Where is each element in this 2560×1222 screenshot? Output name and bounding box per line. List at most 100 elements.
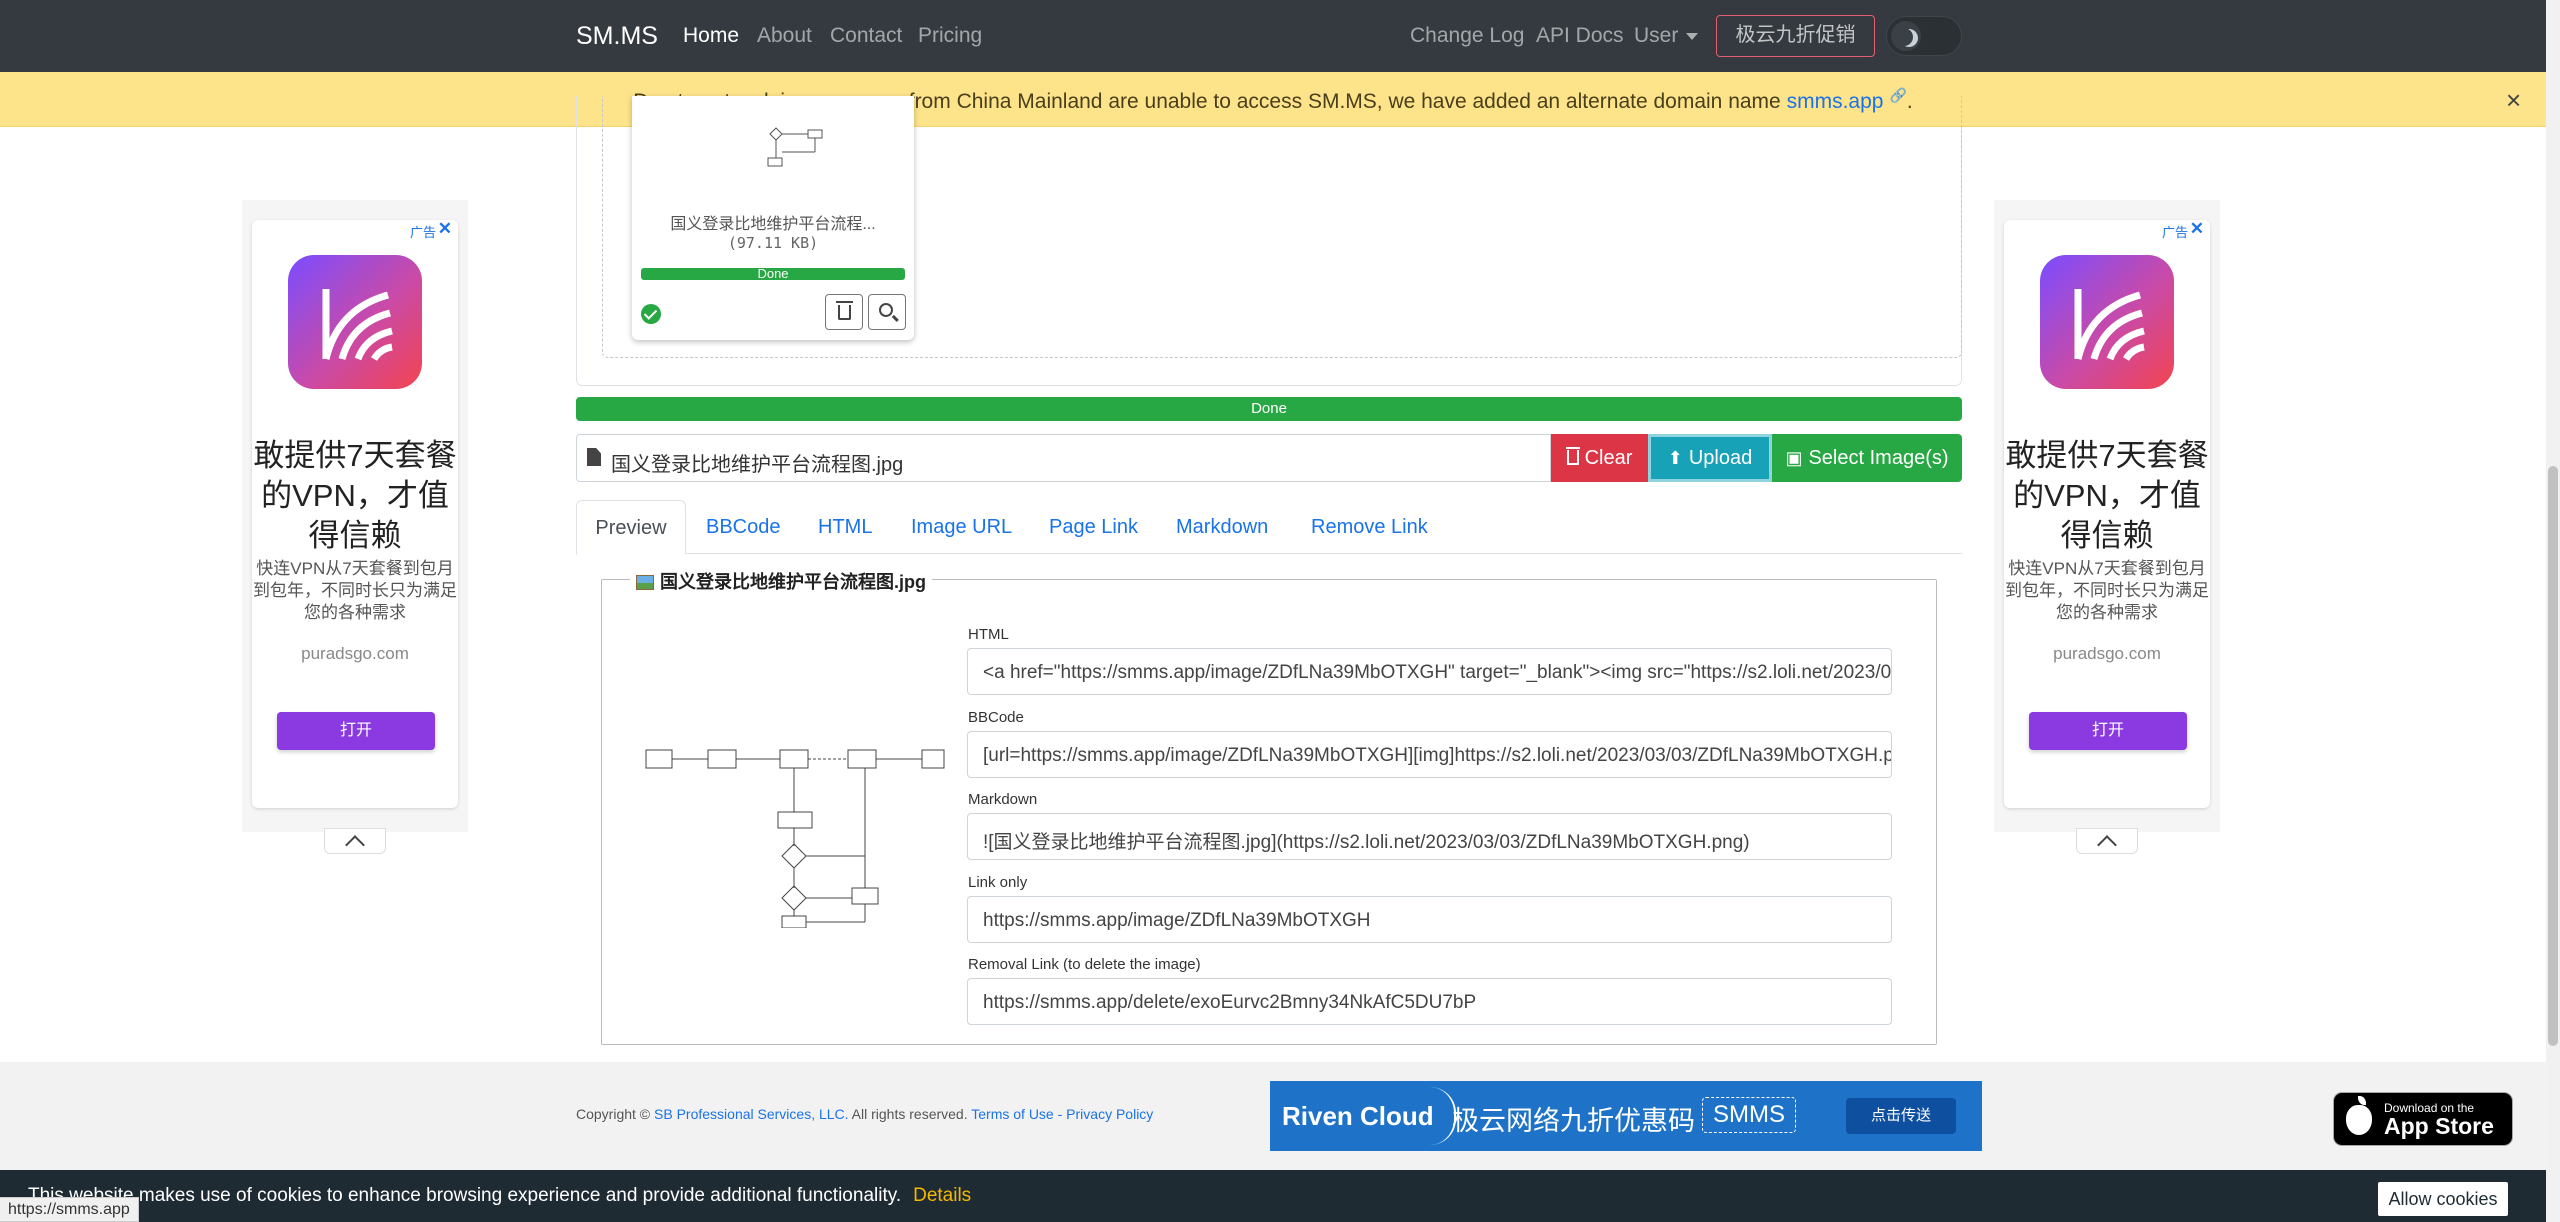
clear-button[interactable]: Clear [1551,434,1648,482]
clear-label: Clear [1584,447,1633,469]
ad-collapse-button[interactable] [324,828,386,855]
ad-card[interactable]: 广告 ✕ 敢提供7天套餐的VPN，才值得信赖 快连VPN从7天套餐到包月到包年，… [252,219,458,808]
ad-close-icon[interactable]: ✕ [438,219,452,239]
removal-link-field[interactable]: https://smms.app/delete/exoEurvc2Bmny34N… [967,978,1892,1025]
ad-label: 广告 [409,225,436,240]
company-link[interactable]: SB Professional Services, LLC. [654,1106,849,1122]
thumbnail-preview [767,127,823,167]
ad-collapse-button[interactable] [2076,828,2138,855]
tab-remove-link[interactable]: Remove Link [1311,500,1428,554]
left-ad: 广告 ✕ 敢提供7天套餐的VPN，才值得信赖 快连VPN从7天套餐到包月到包年，… [242,200,468,855]
select-images-button[interactable]: ▣ Select Image(s) [1772,434,1962,482]
flowchart-preview-image [645,749,945,928]
thumbnail-filename: 国义登录比地维护平台流程... [670,216,876,233]
top-navbar: SM.MS Home About Contact Pricing Change … [0,0,2546,72]
ad-card[interactable]: 广告 ✕ 敢提供7天套餐的VPN，才值得信赖 快连VPN从7天套餐到包月到包年，… [2004,219,2210,808]
file-name-field[interactable]: 国义登录比地维护平台流程图.jpg [576,434,1551,482]
upload-progress-bar: Done [576,397,1962,421]
chevron-up-icon [2097,835,2117,855]
ad-headline: 敢提供7天套餐的VPN，才值得信赖 [2005,438,2209,553]
cookie-banner: This website makes use of cookies to enh… [0,1170,2546,1222]
nav-api-docs[interactable]: API Docs [1536,24,1624,48]
html-field-label: HTML [968,626,1009,643]
tab-markdown[interactable]: Markdown [1176,500,1268,554]
moon-icon [1900,29,1918,47]
toggle-knob [1891,21,1921,51]
nav-home[interactable]: Home [683,24,739,48]
upload-label: Upload [1688,447,1753,469]
vpn-logo-icon [322,289,393,361]
file-icon [587,448,601,466]
riven-go-button[interactable]: 点击传送 [1846,1098,1956,1134]
ad-open-button[interactable]: 打开 [2029,712,2187,750]
brand-logo[interactable]: SM.MS [576,22,658,51]
delete-image-button[interactable] [825,294,863,330]
ad-open-button[interactable]: 打开 [277,712,435,750]
ad-description: 快连VPN从7天套餐到包月到包年，不同时长只为满足您的各种需求 [253,559,457,622]
trash-icon [1565,447,1580,465]
ad-description: 快连VPN从7天套餐到包月到包年，不同时长只为满足您的各种需求 [2005,559,2209,622]
caret-down-icon [1686,32,1699,40]
bbcode-value: [url=https://smms.app/image/ZDfLNa39MbOT… [983,745,1892,766]
riven-cloud-banner[interactable]: Riven Cloud 极云网络九折优惠码 SMMS 点击传送 [1270,1081,1982,1151]
thumbnail-filesize: (97.11 KB) [727,234,819,252]
link-only-field-label: Link only [968,874,1028,891]
tab-html[interactable]: HTML [818,500,872,554]
page-scrollbar[interactable] [2546,0,2560,1222]
trash-icon [836,301,853,320]
rights-text: All rights reserved. [851,1106,968,1122]
html-code-value: <a href="https://smms.app/image/ZDfLNa39… [983,662,1892,683]
link-only-value: https://smms.app/image/ZDfLNa39MbOTXGH [983,910,1371,931]
tab-bbcode[interactable]: BBCode [706,500,781,554]
markdown-value: ![国义登录比地维护平台流程图.jpg](https://s2.loli.net… [983,832,1750,853]
thumbnail-progress-bar: Done [641,267,905,280]
nav-about[interactable]: About [757,24,812,48]
html-code-field[interactable]: <a href="https://smms.app/image/ZDfLNa39… [967,648,1892,695]
removal-link-value: https://smms.app/delete/exoEurvc2Bmny34N… [983,992,1477,1013]
uploaded-thumbnail-card: 国义登录比地维护平台流程... (97.11 KB) Done [632,96,914,340]
nav-change-log[interactable]: Change Log [1410,24,1524,48]
bbcode-field[interactable]: [url=https://smms.app/image/ZDfLNa39MbOT… [967,731,1892,778]
ad-domain: puradsgo.com [2053,644,2161,663]
theme-toggle[interactable] [1886,16,1962,56]
terms-link[interactable]: Terms of Use [971,1106,1053,1122]
page-footer: Copyright © SB Professional Services, LL… [0,1062,2546,1170]
ad-domain: puradsgo.com [301,644,409,663]
chevron-up-icon [345,835,365,855]
markdown-field[interactable]: ![国义登录比地维护平台流程图.jpg](https://s2.loli.net… [967,813,1892,860]
images-icon: ▣ [1785,448,1803,468]
removal-link-field-label: Removal Link (to delete the image) [968,956,1201,973]
promo-button[interactable]: 极云九折促销 [1716,15,1875,57]
riven-promo-code: SMMS [1702,1097,1796,1133]
close-icon[interactable]: × [2506,85,2521,116]
zoom-in-icon [879,303,893,317]
ad-app-logo [2040,255,2174,389]
nav-pricing[interactable]: Pricing [918,24,982,48]
result-tabs: Preview BBCode HTML Image URL Page Link … [576,500,1962,555]
allow-cookies-button[interactable]: Allow cookies [2378,1182,2508,1216]
tab-page-link[interactable]: Page Link [1049,500,1138,554]
select-label: Select Image(s) [1808,447,1949,469]
check-circle-icon [641,304,661,324]
tab-preview[interactable]: Preview [576,500,686,555]
scrollbar-thumb[interactable] [2548,466,2558,1046]
tab-image-url[interactable]: Image URL [911,500,1012,554]
bbcode-field-label: BBCode [968,709,1024,726]
copyright-text: Copyright © SB Professional Services, LL… [576,1106,1153,1122]
link-only-field[interactable]: https://smms.app/image/ZDfLNa39MbOTXGH [967,896,1892,943]
cookie-details-link[interactable]: Details [913,1185,971,1206]
apple-icon [2346,1096,2372,1135]
nav-user-dropdown[interactable]: User [1634,24,1699,48]
app-store-badge[interactable]: Download on the App Store [2333,1092,2513,1146]
riven-slogan: 极云网络九折优惠码 [1452,1106,1695,1136]
nav-contact[interactable]: Contact [830,24,902,48]
zoom-image-button[interactable] [868,294,906,330]
privacy-link[interactable]: Privacy Policy [1066,1106,1153,1122]
ad-close-icon[interactable]: ✕ [2190,219,2204,239]
preview-filename: 国义登录比地维护平台流程图.jpg [660,572,926,592]
preview-title: 国义登录比地维护平台流程图.jpg [630,568,932,594]
upload-button[interactable]: ⬆ Upload [1648,434,1772,482]
user-label: User [1634,24,1679,47]
footer-separator: - [1057,1106,1063,1122]
ad-label: 广告 [2161,225,2188,240]
